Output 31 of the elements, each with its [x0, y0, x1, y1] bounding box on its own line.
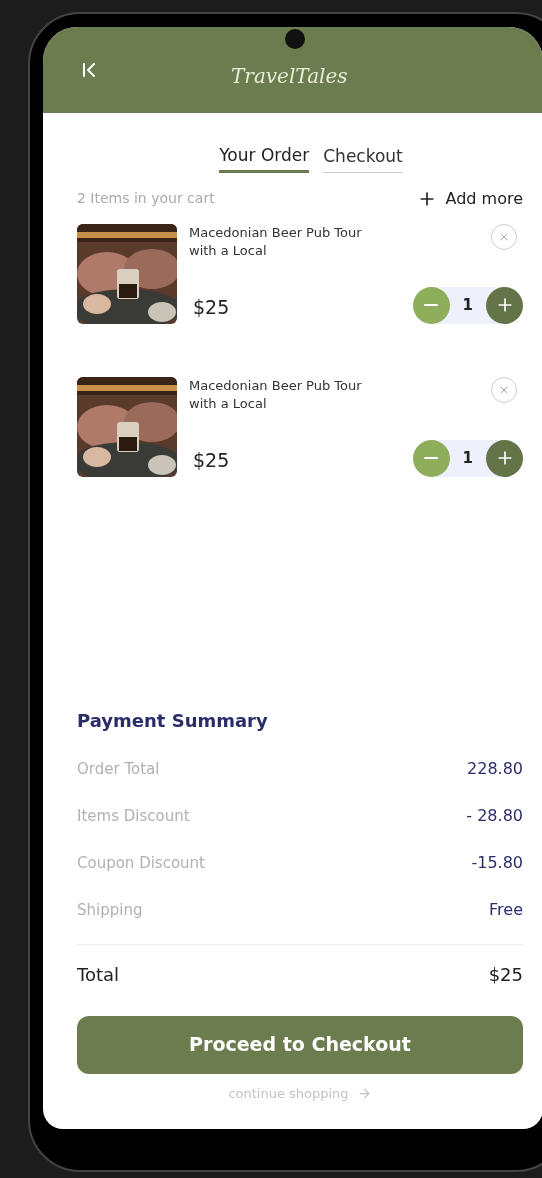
total-value: $25 [488, 962, 523, 987]
minus-icon [424, 457, 439, 459]
minus-icon [424, 304, 439, 306]
increase-button[interactable] [486, 286, 523, 324]
quantity-value: 1 [461, 447, 474, 469]
checkout-button[interactable]: Proceed to Checkout [77, 1015, 523, 1074]
item-title: Macedonian Beer Pub Tour with a Local [189, 223, 363, 260]
decrease-button[interactable] [412, 439, 450, 477]
quantity-value: 1 [461, 294, 474, 316]
decrease-button[interactable] [412, 286, 450, 324]
summary-value: Free [489, 899, 523, 921]
tab[interactable]: Your Order [219, 143, 310, 173]
cart-count: 2 Items in your cart [77, 189, 215, 208]
summary-label: Shipping [77, 899, 143, 921]
camera-hole [285, 29, 305, 49]
total-label: Total [77, 962, 120, 987]
summary-value: 228.80 [467, 758, 523, 780]
summary-value: -15.80 [471, 852, 523, 874]
arrow-icon [356, 1085, 372, 1101]
item-title: Macedonian Beer Pub Tour with a Local [189, 376, 363, 413]
summary-label: Items Discount [77, 805, 190, 827]
app-logo: TravelTales [231, 63, 348, 90]
item-price: $25 [193, 295, 230, 320]
summary-label: Order Total [77, 758, 160, 780]
increase-button[interactable] [486, 439, 523, 477]
add-more-button[interactable]: Add more [417, 186, 523, 211]
summary-label: Coupon Discount [77, 852, 205, 874]
summary-title: Payment Summary [77, 708, 269, 733]
summary-value: - 28.80 [466, 805, 523, 827]
item-price: $25 [193, 448, 230, 473]
tab[interactable]: Checkout [323, 143, 403, 173]
